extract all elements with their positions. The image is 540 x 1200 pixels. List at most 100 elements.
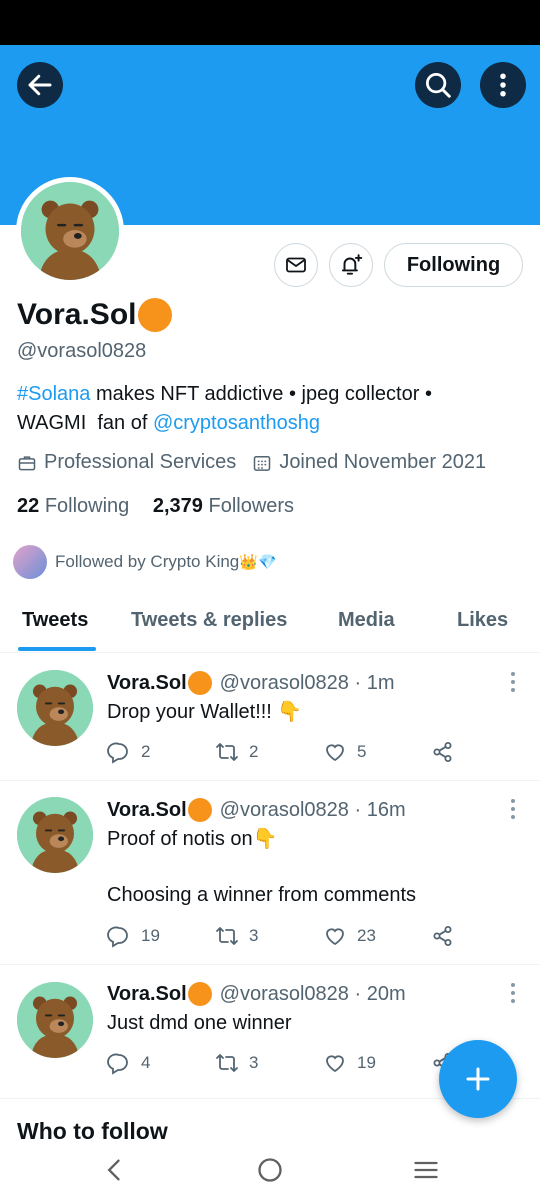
tweet-handle: @vorasol0828 [219, 982, 349, 1005]
profile-handle: @vorasol0828 [17, 340, 147, 362]
back-button[interactable] [17, 62, 63, 108]
nav-recents-icon[interactable] [412, 1156, 440, 1184]
retweet-action[interactable]: 3 [215, 1051, 323, 1075]
active-tab-indicator [18, 647, 96, 651]
share-icon [433, 926, 452, 946]
like-action[interactable]: 19 [323, 1051, 431, 1075]
heart-icon [326, 744, 344, 762]
follow-counts: 22 Following 2,379 Followers [17, 495, 294, 518]
display-name: Vora.Sol [17, 298, 173, 332]
joined-date: Joined November 2021 [279, 451, 487, 473]
like-action[interactable]: 23 [323, 924, 431, 948]
tweet-author: Vora.Sol [107, 982, 187, 1005]
profile-meta: Professional Services Joined November 20… [17, 451, 486, 474]
share-action[interactable] [431, 924, 465, 948]
tab-likes[interactable]: Likes [457, 609, 508, 632]
tweet-avatar[interactable] [17, 670, 93, 746]
tweet-actions: 4 3 19 [107, 1051, 465, 1075]
share-action[interactable] [431, 740, 465, 764]
bear-avatar-image [17, 982, 93, 1058]
tab-tweets-replies[interactable]: Tweets & replies [131, 609, 287, 632]
tweet-handle: @vorasol0828 [219, 798, 349, 821]
message-button[interactable] [274, 243, 318, 287]
retweet-count: 3 [249, 926, 259, 945]
profile-tabs: Tweets Tweets & replies Media Likes [0, 597, 540, 653]
following-link[interactable]: 22 Following [17, 495, 129, 517]
following-count: 22 [17, 495, 40, 517]
profile-bio: #Solana makes NFT addictive • jpeg colle… [17, 380, 517, 438]
more-options-button[interactable] [480, 62, 526, 108]
reply-icon [107, 1053, 128, 1075]
tweet-time: · 1m [354, 671, 395, 694]
search-button[interactable] [415, 62, 461, 108]
following-button[interactable]: Following [384, 243, 523, 287]
hashtag-link[interactable]: #Solana [17, 383, 90, 405]
tweet-text: Drop your Wallet!!! 👇 [107, 701, 303, 723]
retweet-icon [216, 1054, 238, 1072]
back-arrow-icon [28, 74, 52, 96]
tweet-header: Vora.Sol @vorasol0828 · 1m [107, 671, 395, 695]
tweet-time: · 20m [354, 982, 406, 1005]
tweet-time: · 16m [354, 798, 406, 821]
nav-home-icon[interactable] [256, 1156, 284, 1184]
bell-plus-icon [341, 254, 363, 275]
status-bar [0, 0, 540, 45]
bear-avatar-image [17, 797, 93, 873]
tab-media[interactable]: Media [338, 609, 395, 632]
tweet-avatar[interactable] [17, 982, 93, 1058]
share-icon [433, 742, 452, 762]
who-to-follow-heading: Who to follow [17, 1118, 168, 1144]
orange-badge-icon [187, 671, 212, 695]
tweet-actions: 19 3 23 [107, 924, 465, 948]
tweet-more-icon[interactable] [510, 799, 516, 819]
followers-link[interactable]: 2,379 Followers [153, 495, 294, 517]
heart-icon [326, 1055, 344, 1073]
profile-avatar[interactable] [16, 177, 124, 285]
followers-count: 2,379 [152, 495, 203, 517]
tweet-item[interactable]: Vora.Sol @vorasol0828 · 16m Proof of not… [0, 781, 540, 965]
retweet-action[interactable]: 2 [215, 740, 323, 764]
nav-back-icon[interactable] [101, 1156, 129, 1184]
tweet-actions: 2 2 5 [107, 740, 465, 764]
tweet-author: Vora.Sol [107, 798, 187, 821]
followed-by-text: Followed by Crypto King [55, 552, 240, 571]
followers-label: Followers [208, 495, 295, 517]
system-nav-bar [0, 1142, 540, 1200]
bear-avatar-image [17, 670, 93, 746]
notifications-button[interactable] [329, 243, 373, 287]
tweet-item[interactable]: Vora.Sol @vorasol0828 · 1m Drop your Wal… [0, 654, 540, 781]
reply-count: 19 [141, 926, 160, 945]
search-icon [426, 73, 451, 98]
tweet-avatar[interactable] [17, 797, 93, 873]
tweet-header: Vora.Sol @vorasol0828 · 20m [107, 982, 406, 1006]
plus-icon [466, 1067, 490, 1091]
reply-icon [107, 742, 128, 764]
orange-badge-icon [187, 982, 212, 1006]
bio-text-2: WAGMI fan of [17, 412, 153, 434]
orange-badge-icon [187, 798, 212, 822]
compose-tweet-button[interactable] [439, 1040, 517, 1118]
like-count: 23 [357, 926, 376, 945]
reply-action[interactable]: 19 [107, 924, 215, 948]
reply-count: 2 [141, 742, 151, 761]
mention-link[interactable]: @cryptosanthoshg [153, 412, 320, 434]
reply-action[interactable]: 4 [107, 1051, 215, 1075]
display-name-text: Vora.Sol [17, 298, 137, 331]
retweet-count: 2 [249, 742, 259, 761]
following-label: Following [44, 495, 130, 517]
tweet-more-icon[interactable] [510, 672, 516, 692]
more-vertical-icon [500, 73, 506, 97]
tweet-text: Proof of notis on👇 Choosing a winner fro… [107, 828, 417, 906]
like-action[interactable]: 5 [323, 740, 431, 764]
briefcase-icon [18, 455, 36, 470]
mail-icon [286, 257, 306, 273]
tweet-more-icon[interactable] [510, 983, 516, 1003]
bear-avatar-image [21, 182, 119, 280]
bio-text-1: makes NFT addictive • jpeg collector • [90, 383, 432, 405]
followed-by[interactable]: Followed by Crypto King 👑💎 [13, 545, 277, 579]
retweet-count: 3 [249, 1053, 259, 1072]
reply-action[interactable]: 2 [107, 740, 215, 764]
tab-tweets[interactable]: Tweets [22, 609, 88, 632]
tweet-handle: @vorasol0828 [219, 671, 349, 694]
retweet-action[interactable]: 3 [215, 924, 323, 948]
